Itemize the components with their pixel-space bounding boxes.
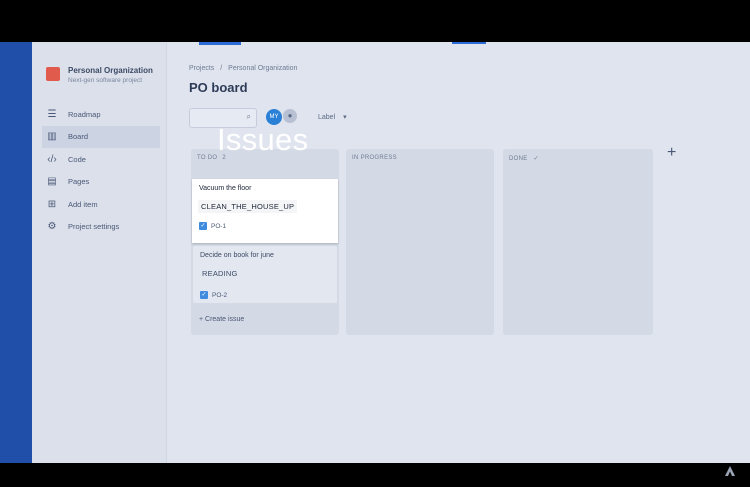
code-icon: ‹/› <box>47 153 57 165</box>
breadcrumb-projects[interactable]: Projects <box>189 65 214 72</box>
column-title: TO DO <box>197 155 218 161</box>
add-column-button[interactable]: + <box>667 144 676 162</box>
column-in-progress: IN PROGRESS <box>346 149 494 335</box>
sidebar-item-label: Board <box>68 132 89 142</box>
add-item-icon: ⊞ <box>47 198 57 210</box>
task-type-icon: ✓ <box>199 222 207 230</box>
column-done: DONE ✓ <box>503 149 653 335</box>
atlassian-logo-icon <box>725 466 735 476</box>
add-people-avatar[interactable]: ● <box>283 109 297 123</box>
project-header[interactable]: Personal Organization Next-gen software … <box>46 66 153 85</box>
sidebar-item-add-item[interactable]: ⊞ Add item <box>46 193 160 216</box>
sidebar-item-label: Pages <box>68 177 90 187</box>
sidebar-item-pages[interactable]: ▤ Pages <box>46 171 160 194</box>
letterbox-top <box>0 0 750 42</box>
project-type: Next-gen software project <box>68 77 143 84</box>
label-filter[interactable]: Label ▾ <box>318 113 347 121</box>
sidebar-item-label: Project settings <box>68 222 120 232</box>
global-nav-strip <box>0 42 32 463</box>
page-title: PO board <box>189 80 248 95</box>
sidebar-item-board[interactable]: ▥ Board <box>42 125 160 148</box>
check-icon: ✓ <box>533 156 539 162</box>
label-filter-text: Label <box>318 114 336 121</box>
issue-key: PO-1 <box>211 222 227 230</box>
sidebar-item-label: Code <box>68 154 86 164</box>
letterbox-bottom <box>0 463 750 487</box>
pages-icon: ▤ <box>47 176 57 188</box>
gear-icon: ⚙ <box>47 221 57 233</box>
issue-key-row: ✓ PO-2 <box>200 291 227 299</box>
breadcrumb-project[interactable]: Personal Organization <box>228 65 297 72</box>
video-caption: Issues <box>217 122 309 157</box>
column-title: DONE <box>509 156 528 162</box>
issue-card[interactable]: Decide on book for june READING ✓ PO-2 <box>193 246 337 303</box>
issue-title: Vacuum the floor <box>199 185 252 192</box>
sidebar-item-label: Roadmap <box>68 109 101 119</box>
epic-label: READING <box>202 269 238 278</box>
column-title: IN PROGRESS <box>352 155 397 161</box>
issue-key: PO-2 <box>212 291 228 299</box>
breadcrumb: Projects / Personal Organization <box>189 65 297 72</box>
board-icon: ▥ <box>47 131 57 143</box>
issue-title: Decide on book for june <box>200 252 274 259</box>
person-icon: ● <box>287 111 293 120</box>
issue-key-row: ✓ PO-1 <box>199 222 226 230</box>
project-sidebar: Personal Organization Next-gen software … <box>32 42 167 463</box>
tab-indicator-2 <box>452 42 486 44</box>
column-header: DONE ✓ <box>509 155 539 162</box>
column-header: IN PROGRESS <box>352 155 397 161</box>
sidebar-item-code[interactable]: ‹/› Code <box>46 148 160 171</box>
roadmap-icon: ☰ <box>47 108 57 120</box>
chevron-down-icon: ▾ <box>343 114 347 121</box>
task-type-icon: ✓ <box>200 291 208 299</box>
app-frame: Personal Organization Next-gen software … <box>0 42 750 463</box>
sidebar-item-label: Add item <box>68 199 98 209</box>
sidebar-nav: ☰ Roadmap ▥ Board ‹/› Code ▤ Pages ⊞ Add… <box>42 103 160 239</box>
sidebar-item-roadmap[interactable]: ☰ Roadmap <box>46 103 160 126</box>
search-icon: ⌕ <box>246 112 251 121</box>
tab-indicator <box>199 42 241 45</box>
create-issue-button[interactable]: + Create issue <box>199 316 244 323</box>
epic-label: CLEAN_THE_HOUSE_UP <box>198 200 298 213</box>
issue-card[interactable]: Vacuum the floor CLEAN_THE_HOUSE_UP ✓ PO… <box>192 179 338 243</box>
sidebar-item-project-settings[interactable]: ⚙ Project settings <box>46 216 160 239</box>
breadcrumb-separator: / <box>220 65 223 72</box>
project-avatar <box>46 67 60 81</box>
project-name: Personal Organization <box>68 66 153 75</box>
